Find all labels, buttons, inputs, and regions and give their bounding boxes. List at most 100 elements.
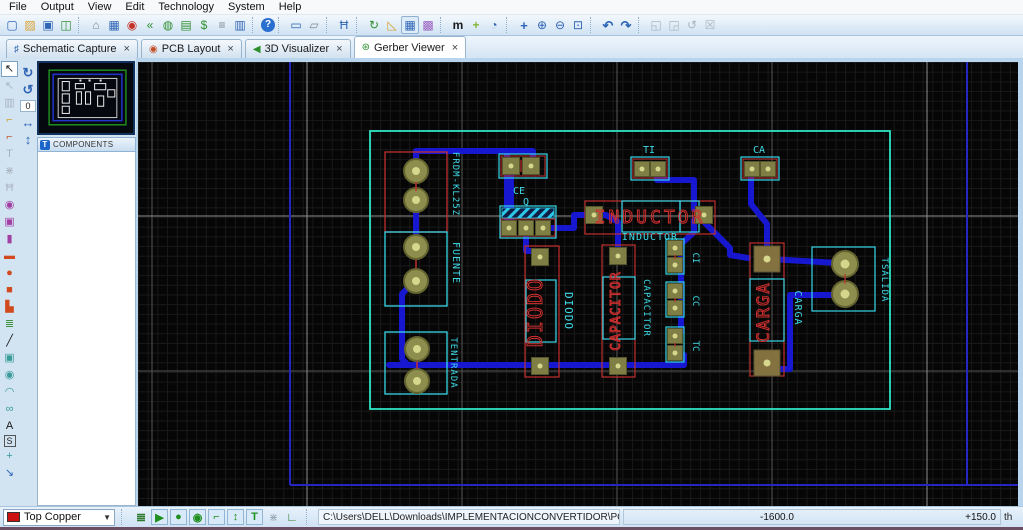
board-explorer-icon[interactable]: ▦ xyxy=(105,16,123,34)
tab-schematic-capture[interactable]: ♯ Schematic Capture × xyxy=(6,39,138,58)
tool-graphics-symbol[interactable]: S xyxy=(3,435,16,447)
polar-coord-icon[interactable]: ◔ xyxy=(485,16,503,34)
rotation-angle-field[interactable]: 0 xyxy=(20,100,36,112)
status-mode-icons: ≣ ▶ ● ◉ ⌐ ↕ T ⋇ ∟ xyxy=(133,509,300,525)
grid-toggle-icon[interactable]: ▦ xyxy=(401,16,419,34)
delete-region-icon: ☒ xyxy=(704,18,716,32)
menu-edit[interactable]: Edit xyxy=(118,0,151,14)
tool-pad-round[interactable]: ◉ xyxy=(1,197,18,213)
tool-graphics-circle[interactable]: ◉ xyxy=(1,367,18,383)
menu-file[interactable]: File xyxy=(2,0,34,14)
layer-setup-icon[interactable]: ◺ xyxy=(383,16,401,34)
undo-icon[interactable]: ↶ xyxy=(599,16,617,34)
component-mode-icon[interactable]: ▶ xyxy=(151,509,168,525)
menu-output[interactable]: Output xyxy=(34,0,81,14)
goto-center-icon[interactable]: ◉ xyxy=(123,16,141,34)
tab-pcb-layout[interactable]: ◉ PCB Layout × xyxy=(140,39,242,58)
pin-swap-icon[interactable]: Ħ xyxy=(335,16,353,34)
save-file-icon[interactable]: ▣ xyxy=(39,16,57,34)
report-icon[interactable]: ▥ xyxy=(231,16,249,34)
import-export-icon[interactable]: ◫ xyxy=(57,16,75,34)
tool-graphics-text[interactable]: A xyxy=(1,418,18,434)
mirror-horizontal-icon[interactable]: ↔ xyxy=(22,116,35,129)
pcb-canvas[interactable]: INDUCTOR DIODO CAPACITOR CARGA CE Q TI C… xyxy=(138,62,1018,506)
overview-minimap[interactable] xyxy=(37,61,135,135)
tool-marker[interactable]: + xyxy=(1,448,18,464)
tool-graphics-line[interactable]: ╱ xyxy=(1,333,18,349)
home-icon[interactable]: ⌂ xyxy=(87,16,105,34)
tool-package[interactable]: ▥ xyxy=(1,95,18,111)
zoom-area-icon[interactable]: ⊡ xyxy=(569,16,587,34)
tool-pad-dil[interactable]: ▮ xyxy=(1,231,18,247)
tab-close-icon[interactable]: × xyxy=(227,43,233,55)
label-tc: TC xyxy=(690,341,700,352)
stretch-mode-icon[interactable]: ↕ xyxy=(227,509,244,525)
metric-toggle-icon[interactable]: m xyxy=(449,16,467,34)
tool-layer-stack[interactable]: ≣ xyxy=(1,316,18,332)
trace-mode-icon[interactable]: ⌐ xyxy=(208,509,225,525)
script-icon[interactable]: $ xyxy=(195,16,213,34)
tool-via[interactable]: ⌐ xyxy=(1,129,18,145)
redraw-icon[interactable]: ↻ xyxy=(365,16,383,34)
design-rule-icon[interactable]: ◍ xyxy=(159,16,177,34)
tool-pad-smd-bar[interactable]: ▬ xyxy=(1,248,18,264)
component-ti xyxy=(630,156,670,181)
zoom-in-icon[interactable]: ⊕ xyxy=(533,16,551,34)
tool-dimension[interactable]: ↘ xyxy=(1,465,18,481)
file-path-field[interactable]: C:\Users\DELL\Downloads\IMPLEMENTACIONCO… xyxy=(318,509,620,525)
tab-3d-visualizer[interactable]: ◀ 3D Visualizer × xyxy=(244,39,351,58)
menu-view[interactable]: View xyxy=(81,0,119,14)
rotate-ccw-icon[interactable]: ↺ xyxy=(23,83,34,96)
open-file-icon[interactable]: ▨ xyxy=(21,16,39,34)
tool-graphics-box[interactable]: ▣ xyxy=(1,350,18,366)
pan-icon[interactable]: + xyxy=(515,16,533,34)
tab-close-icon[interactable]: × xyxy=(124,43,130,55)
tool-pad-smd-poly[interactable]: ▙ xyxy=(1,299,18,315)
zoom-out-icon[interactable]: ⊖ xyxy=(551,16,569,34)
tab-gerber-viewer[interactable]: ⊛ Gerber Viewer × xyxy=(353,36,467,58)
chevron-down-icon[interactable]: ▼ xyxy=(103,513,111,522)
components-panel-icon: T xyxy=(40,139,50,150)
new-file-icon[interactable]: ▢ xyxy=(3,16,21,34)
redo-icon[interactable]: ↷ xyxy=(617,16,635,34)
route-mode-icon[interactable]: ∟ xyxy=(284,509,300,525)
layer-selector[interactable]: Top Copper ▼ xyxy=(3,508,115,526)
layers-dialog-icon[interactable]: ▩ xyxy=(419,16,437,34)
tool-ratsnest[interactable]: ⋇ xyxy=(1,163,18,179)
zoom-component-icon[interactable]: « xyxy=(141,16,159,34)
tool-pad-square[interactable]: ▣ xyxy=(1,214,18,230)
canvas-frame: INDUCTOR DIODO CAPACITOR CARGA CE Q TI C… xyxy=(136,58,1023,506)
tool-selection[interactable]: ↖ xyxy=(1,61,18,77)
tab-close-icon[interactable]: × xyxy=(452,42,458,54)
tool-trace[interactable]: ⌐ xyxy=(1,112,18,128)
tool-pad-smd-circle[interactable]: ● xyxy=(1,265,18,281)
pad-mode-icon[interactable]: ● xyxy=(170,509,187,525)
gerber-page-boundary xyxy=(289,62,1018,486)
tool-graphics-arc[interactable]: ◠ xyxy=(1,384,18,400)
tool-text[interactable]: T xyxy=(1,146,18,162)
label-capacitor: CAPACITOR xyxy=(641,279,651,337)
via-mode-icon[interactable]: ◉ xyxy=(189,509,206,525)
false-origin-icon[interactable]: + xyxy=(467,16,485,34)
tab-close-icon[interactable]: × xyxy=(336,43,342,55)
print-icon[interactable]: ▭ xyxy=(287,16,305,34)
tool-selection-filter[interactable]: ↖ xyxy=(1,78,18,94)
help-icon[interactable]: ? xyxy=(261,18,275,32)
label-carga: CARGA xyxy=(792,290,803,325)
menu-technology[interactable]: Technology xyxy=(151,0,221,14)
label-ci: CI xyxy=(690,253,700,264)
diodo-ref-text: DIODO xyxy=(523,277,547,347)
rotate-cw-icon[interactable]: ↻ xyxy=(23,66,34,79)
print-area-icon[interactable]: ▱ xyxy=(305,16,323,34)
tool-graphics-path[interactable]: ∞ xyxy=(1,401,18,417)
components-list[interactable] xyxy=(37,152,136,506)
mirror-vertical-icon[interactable]: ↕ xyxy=(25,133,32,146)
tool-connectivity[interactable]: Ħ xyxy=(1,180,18,196)
menu-help[interactable]: Help xyxy=(272,0,309,14)
menu-system[interactable]: System xyxy=(221,0,272,14)
bom-icon[interactable]: ▤ xyxy=(177,16,195,34)
tool-pad-smd-square[interactable]: ■ xyxy=(1,282,18,298)
text-mode-icon[interactable]: T xyxy=(246,509,263,525)
layer-stack-icon[interactable]: ≣ xyxy=(133,509,149,525)
notes-icon[interactable]: ≡ xyxy=(213,16,231,34)
